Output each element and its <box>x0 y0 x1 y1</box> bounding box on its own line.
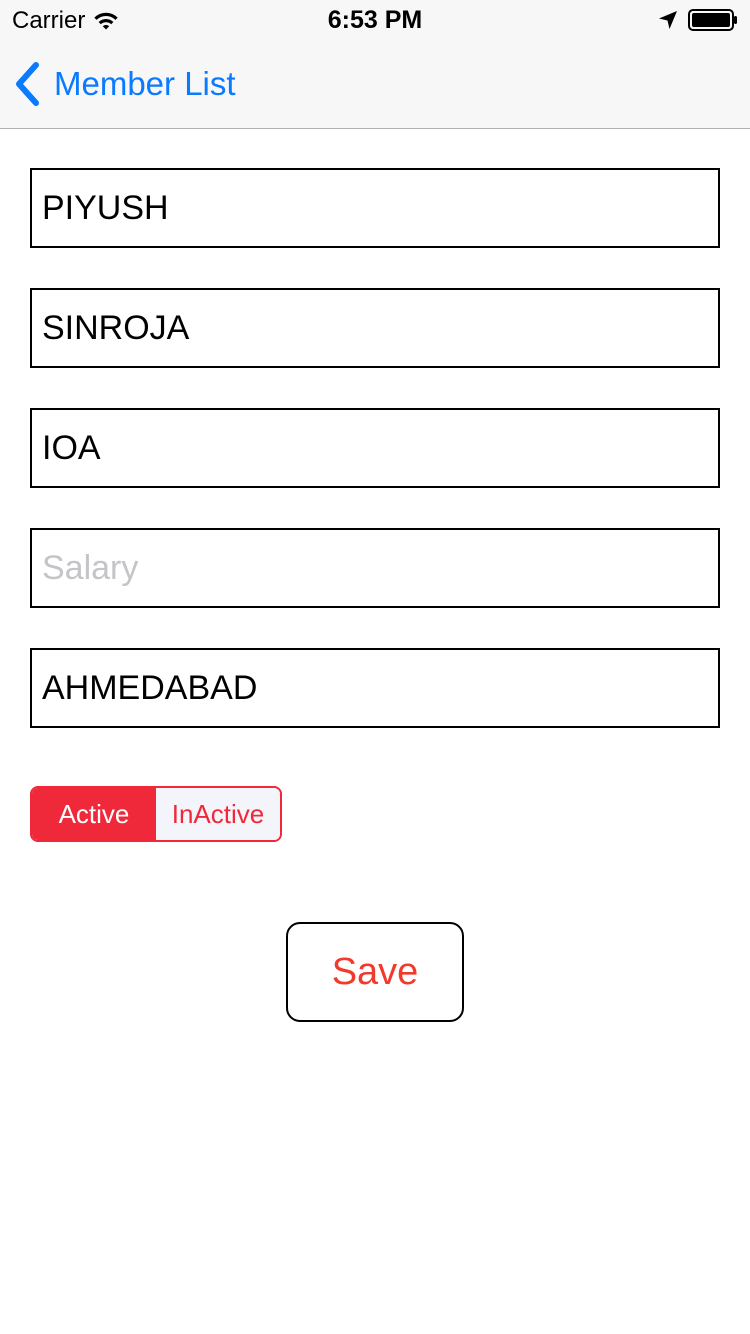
save-button[interactable]: Save <box>286 922 464 1022</box>
clock: 6:53 PM <box>327 6 423 34</box>
chevron-left-icon <box>14 62 40 106</box>
segment-active[interactable]: Active <box>32 788 156 840</box>
location-arrow-icon <box>658 10 678 30</box>
salary-field-container <box>30 528 720 608</box>
salary-field[interactable] <box>32 530 718 606</box>
status-segmented-control: Active InActive <box>30 786 282 842</box>
city-field[interactable] <box>32 650 718 726</box>
back-button-label: Member List <box>54 65 236 102</box>
last-name-field[interactable] <box>32 290 718 366</box>
navigation-bar: Member List <box>0 40 750 129</box>
first-name-field-container <box>30 168 720 248</box>
segment-inactive[interactable]: InActive <box>156 788 280 840</box>
battery-icon <box>688 9 738 31</box>
member-edit-screen: Carrier 6:53 PM Member List PIYUSH SINRO… <box>0 0 750 1334</box>
status-right-icons <box>658 9 738 31</box>
first-name-field[interactable] <box>32 170 718 246</box>
city-field-container <box>30 648 720 728</box>
department-field-container <box>30 408 720 488</box>
back-button[interactable]: Member List <box>14 62 236 106</box>
last-name-field-container <box>30 288 720 368</box>
status-bar: Carrier 6:53 PM <box>0 0 750 40</box>
department-field[interactable] <box>32 410 718 486</box>
